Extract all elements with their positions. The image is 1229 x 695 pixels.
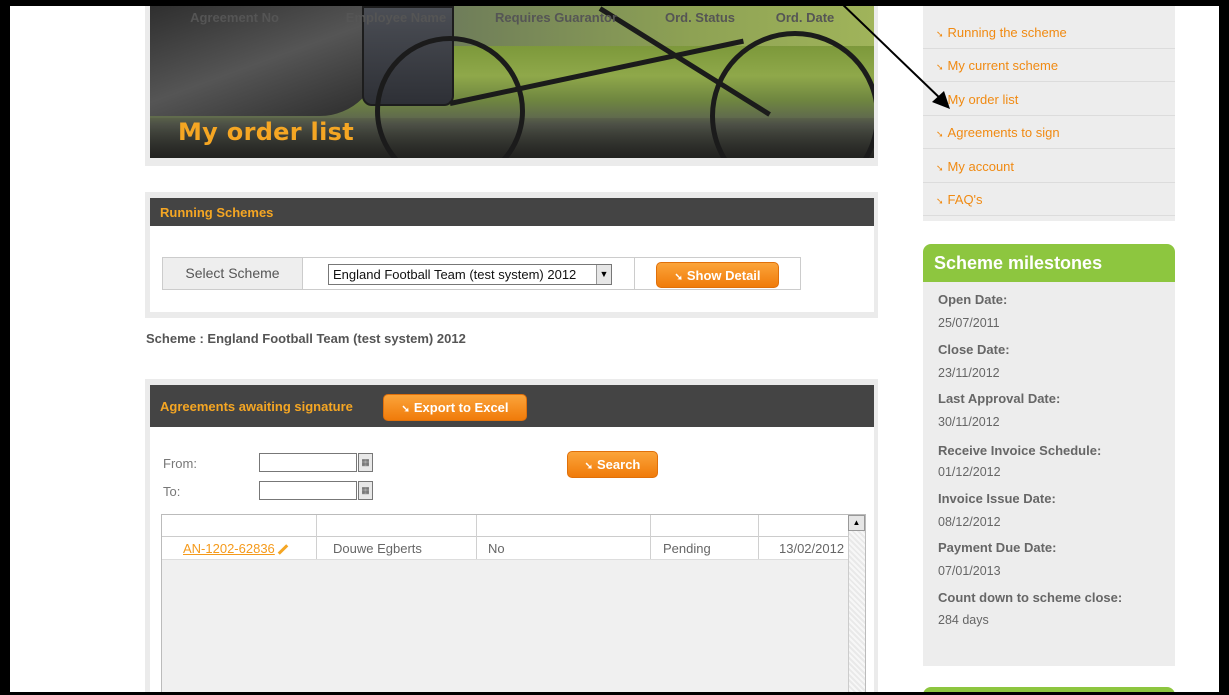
annotation-arrow-icon: [837, 0, 950, 109]
